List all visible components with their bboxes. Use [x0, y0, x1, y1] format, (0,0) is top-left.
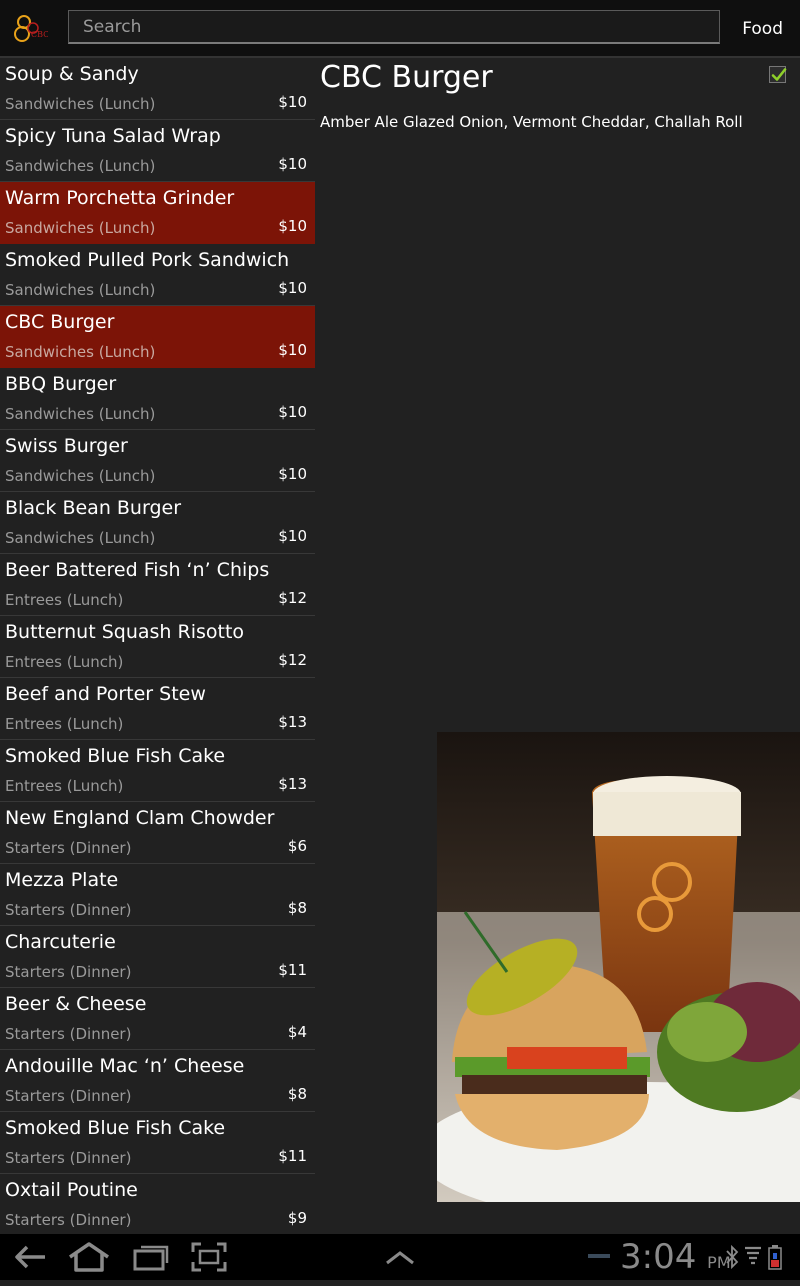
clock-ampm: PM	[707, 1253, 731, 1272]
menu-item-category: Starters (Dinner)	[5, 1087, 132, 1105]
menu-item-row[interactable]: Mezza Plate Starters (Dinner) $8	[0, 864, 315, 926]
menu-item-row[interactable]: Spicy Tuna Salad Wrap Sandwiches (Lunch) $…	[0, 120, 315, 182]
menu-item-category: Starters (Dinner)	[5, 1149, 132, 1167]
menu-item-price: $10	[278, 527, 307, 545]
menu-item-category: Sandwiches (Lunch)	[5, 405, 156, 423]
menu-item-price: $10	[278, 403, 307, 421]
menu-item-name: Smoked Pulled Pork Sandwich	[5, 249, 290, 271]
minimize-indicator-icon	[588, 1254, 610, 1258]
menu-item-category: Starters (Dinner)	[5, 963, 132, 981]
menu-item-price: $10	[278, 465, 307, 483]
menu-list[interactable]: Soup & Sandy Sandwiches (Lunch) $10 Spicy T…	[0, 58, 315, 1234]
menu-item-name: Warm Porchetta Grinder	[5, 187, 235, 209]
menu-item-name: Beer Battered Fish ‘n’ Chips	[5, 559, 270, 581]
menu-item-row[interactable]: Smoked Blue Fish Cake Starters (Dinner) $1…	[0, 1112, 315, 1174]
menu-item-name: New England Clam Chowder	[5, 807, 275, 829]
menu-item-name: Soup & Sandy	[5, 63, 139, 85]
menu-item-row[interactable]: Beer & Cheese Starters (Dinner) $4	[0, 988, 315, 1050]
recent-apps-icon[interactable]	[132, 1242, 170, 1272]
search-input[interactable]	[68, 10, 720, 44]
menu-item-row[interactable]: Smoked Pulled Pork Sandwich Sandwiches (L…	[0, 244, 315, 306]
menu-item-category: Sandwiches (Lunch)	[5, 467, 156, 485]
item-description: Amber Ale Glazed Onion, Vermont Cheddar,…	[320, 113, 743, 131]
menu-item-row[interactable]: Charcuterie Starters (Dinner) $11	[0, 926, 315, 988]
menu-item-category: Entrees (Lunch)	[5, 777, 124, 795]
menu-item-category: Starters (Dinner)	[5, 1025, 132, 1043]
screenshot-icon[interactable]	[191, 1242, 227, 1272]
cbc-logo[interactable]: CBC	[12, 10, 49, 46]
menu-item-row[interactable]: BBQ Burger Sandwiches (Lunch) $10	[0, 368, 315, 430]
menu-item-row[interactable]: CBC Burger Sandwiches (Lunch) $10	[0, 306, 315, 368]
menu-item-row[interactable]: Black Bean Burger Sandwiches (Lunch) $10	[0, 492, 315, 554]
menu-item-name: Spicy Tuna Salad Wrap	[5, 125, 221, 147]
menu-item-name: Andouille Mac ‘n’ Cheese	[5, 1055, 245, 1077]
menu-item-name: Charcuterie	[5, 931, 116, 953]
menu-item-row[interactable]: Butternut Squash Risotto Entrees (Lunch) $…	[0, 616, 315, 678]
menu-item-name: Oxtail Poutine	[5, 1179, 138, 1201]
menu-item-name: Butternut Squash Risotto	[5, 621, 245, 643]
food-category-tab[interactable]: Food	[742, 0, 783, 58]
menu-item-category: Starters (Dinner)	[5, 1211, 132, 1229]
menu-item-price: $12	[278, 589, 307, 607]
burger-photo	[417, 732, 800, 1222]
clock-time: 3:04	[620, 1237, 697, 1277]
checkmark-icon	[771, 68, 787, 81]
menu-item-price: $12	[278, 651, 307, 669]
menu-item-price: $8	[287, 1085, 307, 1103]
menu-item-name: Mezza Plate	[5, 869, 119, 891]
menu-item-name: Beer & Cheese	[5, 993, 147, 1015]
menu-item-row[interactable]: Swiss Burger Sandwiches (Lunch) $10	[0, 430, 315, 492]
menu-item-price: $10	[278, 93, 307, 111]
menu-item-row[interactable]: Smoked Blue Fish Cake Entrees (Lunch) $13	[0, 740, 315, 802]
menu-item-row[interactable]: Beer Battered Fish ‘n’ Chips Entrees (Lun…	[0, 554, 315, 616]
menu-item-row[interactable]: New England Clam Chowder Starters (Dinner…	[0, 802, 315, 864]
svg-text:CBC: CBC	[31, 30, 48, 39]
chevron-up-icon[interactable]	[384, 1250, 416, 1266]
menu-item-row[interactable]: Beef and Porter Stew Entrees (Lunch) $13	[0, 678, 315, 740]
menu-item-price: $10	[278, 341, 307, 359]
menu-item-row[interactable]: Oxtail Poutine Starters (Dinner) $9	[0, 1174, 315, 1234]
menu-item-category: Entrees (Lunch)	[5, 653, 124, 671]
menu-item-price: $11	[278, 1147, 307, 1165]
menu-item-category: Sandwiches (Lunch)	[5, 529, 156, 547]
menu-item-price: $10	[278, 155, 307, 173]
favorite-checkbox[interactable]	[769, 66, 787, 83]
menu-item-row[interactable]: Warm Porchetta Grinder Sandwiches (Lunch)…	[0, 182, 315, 244]
menu-item-price: $9	[287, 1209, 307, 1227]
action-bar: CBC Food	[0, 0, 800, 58]
menu-item-category: Starters (Dinner)	[5, 839, 132, 857]
menu-item-category: Sandwiches (Lunch)	[5, 343, 156, 361]
menu-item-price: $11	[278, 961, 307, 979]
menu-item-price: $13	[278, 713, 307, 731]
menu-item-category: Entrees (Lunch)	[5, 591, 124, 609]
menu-item-category: Sandwiches (Lunch)	[5, 157, 156, 175]
battery-icon	[768, 1245, 782, 1270]
menu-item-name: Swiss Burger	[5, 435, 128, 457]
menu-item-price: $13	[278, 775, 307, 793]
menu-item-name: Black Bean Burger	[5, 497, 182, 519]
signal-icon	[745, 1246, 761, 1265]
status-clock: 3:04 PM	[620, 1234, 731, 1280]
menu-item-row[interactable]: Andouille Mac ‘n’ Cheese Starters (Dinner…	[0, 1050, 315, 1112]
menu-item-name: CBC Burger	[5, 311, 115, 333]
menu-item-name: Smoked Blue Fish Cake	[5, 745, 226, 767]
home-icon[interactable]	[67, 1241, 111, 1273]
menu-item-name: Beef and Porter Stew	[5, 683, 206, 705]
menu-item-price: $6	[287, 837, 307, 855]
menu-item-category: Sandwiches (Lunch)	[5, 95, 156, 113]
menu-item-name: Smoked Blue Fish Cake	[5, 1117, 226, 1139]
menu-item-name: BBQ Burger	[5, 373, 117, 395]
menu-item-category: Sandwiches (Lunch)	[5, 219, 156, 237]
menu-item-price: $8	[287, 899, 307, 917]
menu-item-price: $10	[278, 279, 307, 297]
item-title: CBC Burger	[320, 60, 493, 95]
menu-item-row[interactable]: Soup & Sandy Sandwiches (Lunch) $10	[0, 58, 315, 120]
back-icon[interactable]	[12, 1243, 48, 1271]
menu-item-price: $10	[278, 217, 307, 235]
menu-item-price: $4	[287, 1023, 307, 1041]
menu-item-category: Sandwiches (Lunch)	[5, 281, 156, 299]
menu-item-category: Starters (Dinner)	[5, 901, 132, 919]
menu-item-category: Entrees (Lunch)	[5, 715, 124, 733]
